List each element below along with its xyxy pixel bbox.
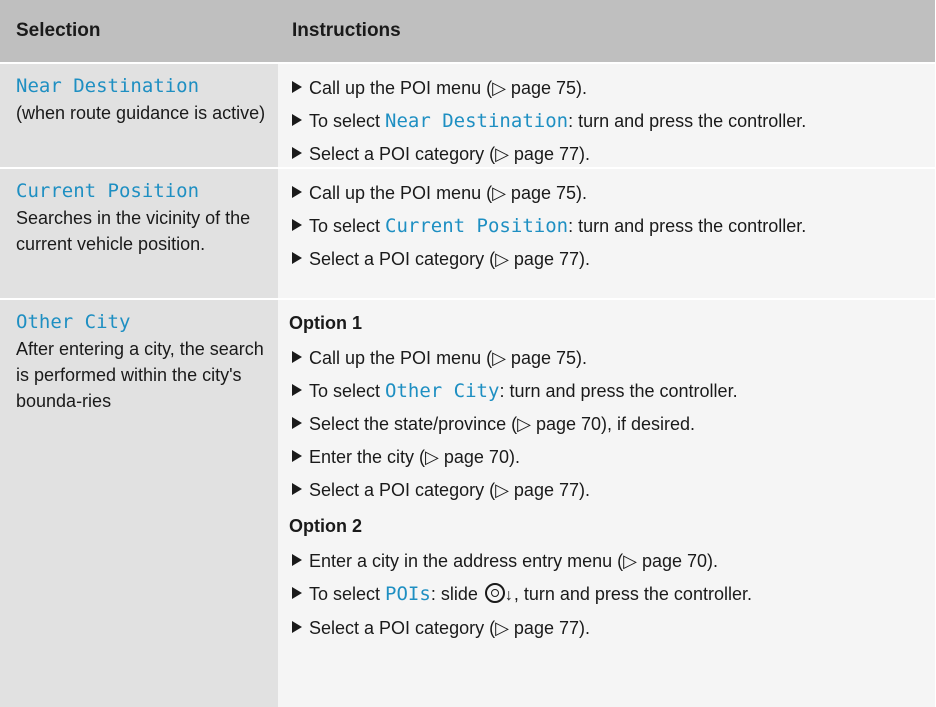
instruction-step: Enter a city in the address entry menu (… (289, 545, 935, 578)
step-text: Call up the POI menu (▷ page 75). (309, 183, 587, 203)
step-text: To select (309, 584, 386, 604)
instruction-step: Enter the city (▷ page 70). (289, 441, 935, 474)
instruction-step: Call up the POI menu (▷ page 75). (289, 177, 935, 210)
step-text: Enter a city in the address entry menu (… (309, 551, 719, 571)
step-text: Select a POI category (▷ page 77). (309, 618, 590, 638)
bullet-triangle-icon (292, 450, 302, 462)
step-text: To select (309, 216, 386, 236)
step-text: Select the state/province (▷ page 70), i… (309, 414, 696, 434)
instruction-step: Call up the POI menu (▷ page 75). (289, 342, 935, 375)
step-text: To select (309, 381, 386, 401)
bullet-triangle-icon (292, 621, 302, 633)
instruction-step: To select Other City: turn and press the… (289, 375, 935, 408)
bullet-triangle-icon (292, 252, 302, 264)
selection-cell: Current Position Searches in the vicinit… (0, 169, 278, 298)
menu-item-name: Current Position (385, 215, 569, 237)
menu-item-name: Other City (385, 380, 500, 402)
header-selection: Selection (16, 20, 101, 41)
table-row-near-destination: Near Destination (when route guidance is… (0, 62, 935, 167)
instructions-cell: Option 1 Call up the POI menu (▷ page 75… (278, 300, 935, 707)
instruction-step: Select a POI category (▷ page 77). (289, 138, 935, 171)
instruction-step: To select Near Destination: turn and pre… (289, 105, 935, 138)
bullet-triangle-icon (292, 147, 302, 159)
step-text: : turn and press the controller. (568, 111, 807, 131)
table-row-current-position: Current Position Searches in the vicinit… (0, 167, 935, 298)
bullet-triangle-icon (292, 81, 302, 93)
selection-label: Current Position (16, 180, 200, 202)
step-text: To select (309, 111, 386, 131)
bullet-triangle-icon (292, 219, 302, 231)
instruction-step: Select a POI category (▷ page 77). (289, 612, 935, 645)
option-title: Option 1 (289, 313, 362, 333)
bullet-triangle-icon (292, 587, 302, 599)
bullet-triangle-icon (292, 186, 302, 198)
step-text: Select a POI category (▷ page 77). (309, 480, 590, 500)
step-text: Call up the POI menu (▷ page 75). (309, 78, 587, 98)
menu-item-name: POIs (385, 583, 431, 605)
instruction-step: Select a POI category (▷ page 77). (289, 243, 935, 276)
option-title: Option 2 (289, 516, 362, 536)
instruction-step: Call up the POI menu (▷ page 75). (289, 72, 935, 105)
step-text: : turn and press the controller. (499, 381, 738, 401)
instruction-step: Select the state/province (▷ page 70), i… (289, 408, 935, 441)
selection-cell: Other City After entering a city, the se… (0, 300, 278, 707)
selection-label: Other City (16, 311, 131, 333)
selection-cell: Near Destination (when route guidance is… (0, 64, 278, 167)
controller-knob-icon (484, 583, 505, 603)
bullet-triangle-icon (292, 554, 302, 566)
menu-item-name: Near Destination (385, 110, 569, 132)
instruction-step: Select a POI category (▷ page 77). (289, 474, 935, 507)
bullet-triangle-icon (292, 483, 302, 495)
step-text: : slide (430, 584, 483, 604)
selection-description: (when route guidance is active) (16, 103, 266, 123)
instruction-table: Selection Instructions Near Destination … (0, 0, 935, 707)
selection-label: Near Destination (16, 75, 200, 97)
header-instructions: Instructions (292, 20, 401, 41)
selection-description: After entering a city, the search is per… (16, 339, 264, 411)
bullet-triangle-icon (292, 417, 302, 429)
step-text: Select a POI category (▷ page 77). (309, 144, 590, 164)
instruction-step: To select Current Position: turn and pre… (289, 210, 935, 243)
step-text: , turn and press the controller. (513, 584, 752, 604)
step-text: : turn and press the controller. (568, 216, 807, 236)
bullet-triangle-icon (292, 351, 302, 363)
table-row-other-city: Other City After entering a city, the se… (0, 298, 935, 707)
instructions-cell: Call up the POI menu (▷ page 75). To sel… (278, 169, 935, 298)
table-header: Selection Instructions (0, 0, 935, 62)
selection-description: Searches in the vicinity of the current … (16, 208, 251, 254)
instruction-step: To select POIs: slide ↓, turn and press … (289, 578, 935, 612)
bullet-triangle-icon (292, 114, 302, 126)
instructions-cell: Call up the POI menu (▷ page 75). To sel… (278, 64, 935, 167)
slide-down-arrow-icon: ↓ (504, 587, 513, 604)
step-text: Enter the city (▷ page 70). (309, 447, 520, 467)
step-text: Select a POI category (▷ page 77). (309, 249, 590, 269)
bullet-triangle-icon (292, 384, 302, 396)
step-text: Call up the POI menu (▷ page 75). (309, 348, 587, 368)
